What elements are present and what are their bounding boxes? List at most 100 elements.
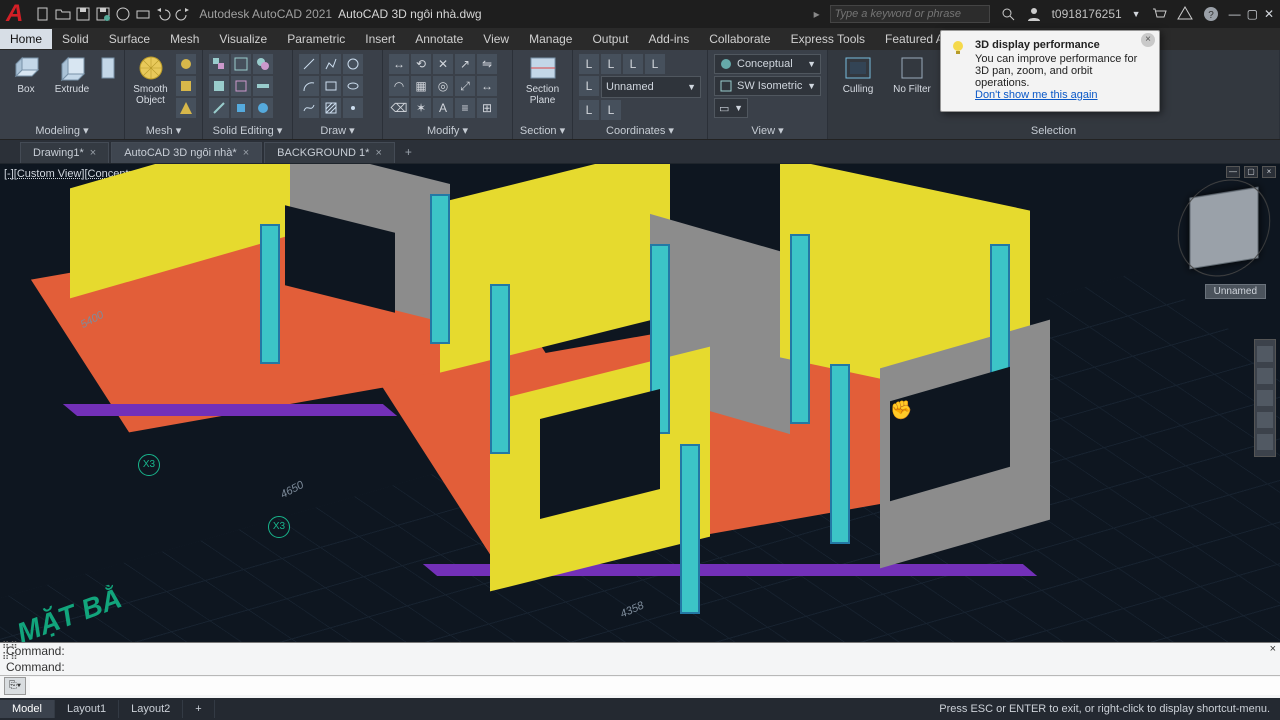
smooth-button[interactable]: Smooth Object [131,54,170,106]
mo-sc[interactable]: ⤢ [455,76,475,96]
minimize-button[interactable]: — [1229,7,1241,21]
dr-arc[interactable] [299,76,319,96]
tab-mesh[interactable]: Mesh [160,29,209,49]
mo-str[interactable]: ↔ [477,76,497,96]
cmd-grip[interactable]: ⠿⠿⠿⠿ [2,641,19,663]
view-extra-dropdown[interactable]: ▭▼ [714,98,748,118]
help-icon[interactable]: ? [1203,6,1219,22]
box-button[interactable]: Box [6,54,46,95]
new-icon[interactable] [35,6,51,22]
file-tab-1[interactable]: AutoCAD 3D ngôi nhà*× [111,142,262,163]
viewport[interactable]: [-][Custom View][Conceptual] — ▢ × 5400 … [0,164,1280,642]
co-5[interactable]: L [579,76,599,96]
tab-solid[interactable]: Solid [52,29,99,49]
mo-move[interactable]: ↔ [389,54,409,74]
mo-txt[interactable]: A [433,98,453,118]
dr-circle[interactable] [343,54,363,74]
co-4[interactable]: L [645,54,665,74]
tab-parametric[interactable]: Parametric [277,29,355,49]
mo-mir[interactable]: ⇋ [477,54,497,74]
vp-min[interactable]: — [1226,166,1240,178]
visual-style-dropdown[interactable]: Conceptual▼ [714,54,821,74]
co-7[interactable]: L [601,100,621,120]
section-button[interactable]: Section Plane [519,54,566,106]
se-6[interactable] [253,76,273,96]
polysolid-button[interactable] [98,54,118,82]
tab-manage[interactable]: Manage [519,29,582,49]
status-tab-layout1[interactable]: Layout1 [55,700,119,718]
tab-view[interactable]: View [473,29,519,49]
co-3[interactable]: L [623,54,643,74]
vp-ctl-toggle[interactable]: [-] [4,168,14,180]
user-icon[interactable] [1026,6,1042,22]
status-tab-model[interactable]: Model [0,700,55,718]
dr-rect[interactable] [321,76,341,96]
mo-trim[interactable]: ✕ [433,54,453,74]
cmd-prompt-icon[interactable]: ⎘▾ [4,677,26,695]
app-icon[interactable] [1177,6,1193,22]
cmd-close-icon[interactable]: × [1270,643,1276,655]
tab-home[interactable]: Home [0,29,52,49]
mo-exp[interactable]: ✶ [411,98,431,118]
close-icon[interactable]: × [375,147,381,159]
tab-visualize[interactable]: Visualize [209,29,277,49]
tab-collaborate[interactable]: Collaborate [699,29,780,49]
panel-mesh-title[interactable]: Mesh ▾ [131,122,196,139]
dr-ell[interactable] [343,76,363,96]
view-orient-dropdown[interactable]: SW Isometric▼ [714,76,821,96]
mo-rot[interactable]: ⟲ [411,54,431,74]
tab-express[interactable]: Express Tools [781,29,875,49]
nav-orbit-icon[interactable] [1257,412,1273,428]
se-8[interactable] [231,98,251,118]
nav-wheel-icon[interactable] [1257,346,1273,362]
panel-modeling-title[interactable]: Modeling ▾ [6,122,118,139]
panel-section-title[interactable]: Section ▾ [519,122,566,139]
file-tab-0[interactable]: Drawing1*× [20,142,109,163]
mo-grid[interactable]: ⊞ [477,98,497,118]
dr-spl[interactable] [299,98,319,118]
command-input[interactable] [30,677,1280,695]
status-tab-add[interactable]: + [183,700,214,718]
se-1[interactable] [209,54,229,74]
culling-button[interactable]: Culling [834,54,882,95]
extrude-button[interactable]: Extrude [52,54,92,95]
ucs-unnamed[interactable]: Unnamed▼ [601,76,701,98]
redo-icon[interactable] [175,6,191,22]
mo-ext[interactable]: ↗ [455,54,475,74]
nav-zoom-icon[interactable] [1257,390,1273,406]
mesh-ico-3[interactable] [176,98,196,118]
restore-button[interactable]: ▢ [1247,7,1258,21]
panel-coord-title[interactable]: Coordinates ▾ [579,122,701,139]
close-button[interactable]: ✕ [1264,7,1274,21]
tab-addins[interactable]: Add-ins [639,29,700,49]
se-3[interactable] [253,54,273,74]
panel-draw-title[interactable]: Draw ▾ [299,122,376,139]
file-tab-2[interactable]: BACKGROUND 1*× [264,142,395,163]
notification-close-button[interactable]: × [1141,33,1155,47]
nofilter-button[interactable]: No Filter [888,54,936,95]
dr-line[interactable] [299,54,319,74]
panel-view-title[interactable]: View ▾ [714,122,821,139]
tab-output[interactable]: Output [582,29,638,49]
undo-icon[interactable] [155,6,171,22]
dr-hatch[interactable] [321,98,341,118]
viewcube[interactable] [1190,187,1259,269]
notification-link[interactable]: Don't show me this again [975,89,1098,101]
user-menu-icon[interactable]: ▼ [1132,9,1141,19]
save-icon[interactable] [75,6,91,22]
mo-al[interactable]: ≡ [455,98,475,118]
viewcube-label[interactable]: Unnamed [1205,284,1266,299]
se-9[interactable] [253,98,273,118]
vp-max[interactable]: ▢ [1244,166,1258,178]
nav-show-icon[interactable] [1257,434,1273,450]
se-7[interactable] [209,98,229,118]
panel-modify-title[interactable]: Modify ▾ [389,122,506,139]
se-5[interactable] [231,76,251,96]
dr-pt[interactable] [343,98,363,118]
mesh-ico-1[interactable] [176,54,196,74]
add-tab-button[interactable]: + [397,141,420,163]
nav-pan-icon[interactable] [1257,368,1273,384]
tab-insert[interactable]: Insert [355,29,405,49]
search-arrow-icon[interactable]: ▸ [814,7,820,21]
mo-era[interactable]: ⌫ [389,98,409,118]
